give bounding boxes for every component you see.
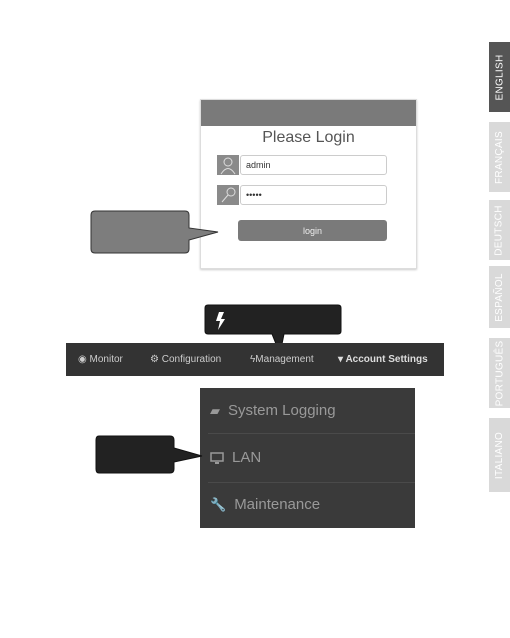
language-tab-français[interactable]: FRANÇAIS <box>489 122 510 192</box>
login-button[interactable]: login <box>238 220 387 241</box>
username-input[interactable] <box>240 155 387 175</box>
callout-lan <box>95 435 203 474</box>
key-icon <box>217 185 239 205</box>
wrench-icon: 🔧 <box>210 496 227 512</box>
top-nav: ◉ Monitor ⚙ Configuration ϟManagement ▾ … <box>66 343 444 376</box>
divider <box>208 482 415 483</box>
username-field <box>217 155 387 175</box>
nav-management[interactable]: ϟManagement <box>250 354 314 365</box>
language-tab-label: PORTUGUÊS <box>494 340 506 406</box>
language-tab-label: ENGLISH <box>494 53 506 101</box>
menu-lan[interactable]: LAN <box>210 449 261 466</box>
menu-system-logging[interactable]: ▰ System Logging <box>210 402 336 419</box>
caret-down-icon: ▾ <box>338 354 344 365</box>
menu-maintenance[interactable]: 🔧 Maintenance <box>210 496 320 513</box>
login-header <box>201 100 416 126</box>
language-tab-italiano[interactable]: ITALIANO <box>489 418 510 492</box>
login-panel: Please Login login <box>200 99 417 269</box>
password-field <box>217 185 387 205</box>
eye-icon: ◉ <box>78 354 87 365</box>
nav-account-settings[interactable]: ▾ Account Settings <box>338 354 428 365</box>
language-tab-english[interactable]: ENGLISH <box>489 42 510 112</box>
login-title: Please Login <box>262 129 355 146</box>
language-tab-label: ESPAÑOL <box>494 272 506 322</box>
language-tab-label: DEUTSCH <box>494 204 505 256</box>
book-icon: ▰ <box>210 402 220 418</box>
desktop-icon <box>210 451 224 464</box>
password-input[interactable] <box>240 185 387 205</box>
nav-configuration[interactable]: ⚙ Configuration <box>150 354 221 365</box>
gears-icon: ⚙ <box>150 354 159 365</box>
language-tab-deutsch[interactable]: DEUTSCH <box>489 200 510 260</box>
language-tab-português[interactable]: PORTUGUÊS <box>489 338 510 408</box>
divider <box>208 433 415 434</box>
language-tab-label: ITALIANO <box>494 431 506 479</box>
user-icon <box>217 155 239 175</box>
nav-monitor[interactable]: ◉ Monitor <box>78 354 123 365</box>
callout-login <box>90 210 219 254</box>
language-tab-español[interactable]: ESPAÑOL <box>489 266 510 328</box>
management-menu: ▰ System Logging LAN 🔧 Maintenance <box>200 388 415 528</box>
language-tab-label: FRANÇAIS <box>494 130 505 184</box>
